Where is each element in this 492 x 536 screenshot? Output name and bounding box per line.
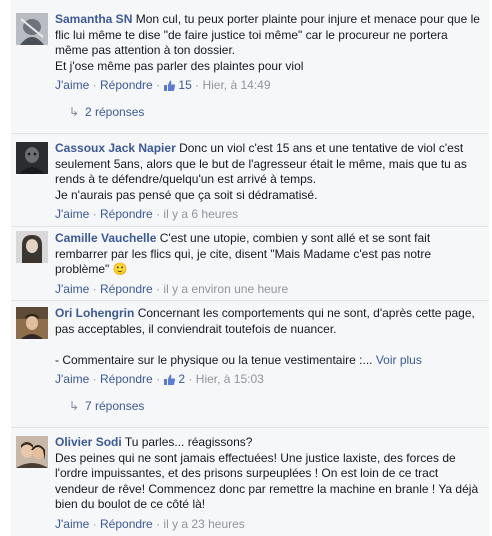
- comment-author[interactable]: Cassoux Jack Napier: [55, 141, 176, 155]
- like-link[interactable]: J'aime: [55, 517, 89, 531]
- comment-time[interactable]: il y a 6 heures: [163, 207, 238, 221]
- avatar[interactable]: [16, 231, 48, 263]
- see-more-link[interactable]: Voir plus: [376, 353, 422, 367]
- comment-time[interactable]: Hier, à 14:49: [202, 78, 270, 92]
- avatar[interactable]: [16, 142, 48, 174]
- comment-author[interactable]: Camille Vauchelle: [55, 231, 156, 245]
- comment-text-line: Des peines qui ne sont jamais effectuées…: [55, 450, 479, 512]
- avatar[interactable]: [16, 436, 48, 468]
- reply-link[interactable]: Répondre: [100, 78, 153, 92]
- comment-author[interactable]: Olivier Sodi: [55, 435, 122, 449]
- comment-meta: J'aime · Répondre · 15 · Hier, à 14:49: [55, 78, 271, 92]
- avatar[interactable]: [16, 307, 48, 339]
- comment-text: Tu parles... réagissons?: [124, 435, 253, 449]
- comment-meta: J'aime · Répondre · il y a 23 heures: [55, 517, 245, 531]
- divider: [11, 300, 489, 301]
- reply-arrow-icon: ↳: [69, 105, 80, 119]
- divider: [11, 133, 489, 134]
- like-link[interactable]: J'aime: [55, 372, 89, 386]
- like-link[interactable]: J'aime: [55, 207, 89, 221]
- like-link[interactable]: J'aime: [55, 78, 89, 92]
- like-count[interactable]: 15: [163, 78, 195, 92]
- comments-panel: Samantha SN Mon cul, tu peux porter plai…: [11, 0, 489, 536]
- comment-time[interactable]: il y a environ une heure: [163, 282, 288, 296]
- smile-emoji-icon: 🙂: [112, 262, 128, 276]
- divider: [11, 226, 489, 227]
- avatar[interactable]: [16, 13, 48, 45]
- comment-text-line: Je n'aurais pas pensé que ça soit si déd…: [55, 187, 318, 202]
- divider: [11, 427, 489, 428]
- like-link[interactable]: J'aime: [55, 282, 89, 296]
- reply-link[interactable]: Répondre: [100, 372, 153, 386]
- comment-text-line: Et j'ose même pas parler des plaintes po…: [55, 58, 304, 73]
- comment-meta: J'aime · Répondre · il y a environ une h…: [55, 282, 289, 296]
- comment-meta: J'aime · Répondre · il y a 6 heures: [55, 207, 239, 221]
- comment-author[interactable]: Ori Lohengrin: [55, 306, 134, 320]
- comment-author[interactable]: Samantha SN: [55, 12, 132, 26]
- like-count[interactable]: 2: [163, 372, 188, 386]
- reply-link[interactable]: Répondre: [100, 282, 153, 296]
- comment-text-line: - Commentaire sur le physique ou la tenu…: [55, 352, 373, 367]
- thumbs-up-icon: [164, 80, 176, 91]
- replies-link[interactable]: ↳ 7 réponses: [69, 399, 144, 414]
- comment-time[interactable]: Hier, à 15:03: [196, 372, 264, 386]
- comment-meta: J'aime · Répondre · 2 · Hier, à 15:03: [55, 372, 264, 386]
- reply-link[interactable]: Répondre: [100, 517, 153, 531]
- reply-arrow-icon: ↳: [69, 399, 80, 413]
- replies-link[interactable]: ↳ 2 réponses: [69, 105, 144, 120]
- comment-time[interactable]: il y a 23 heures: [163, 517, 244, 531]
- reply-link[interactable]: Répondre: [100, 207, 153, 221]
- thumbs-up-icon: [164, 374, 176, 385]
